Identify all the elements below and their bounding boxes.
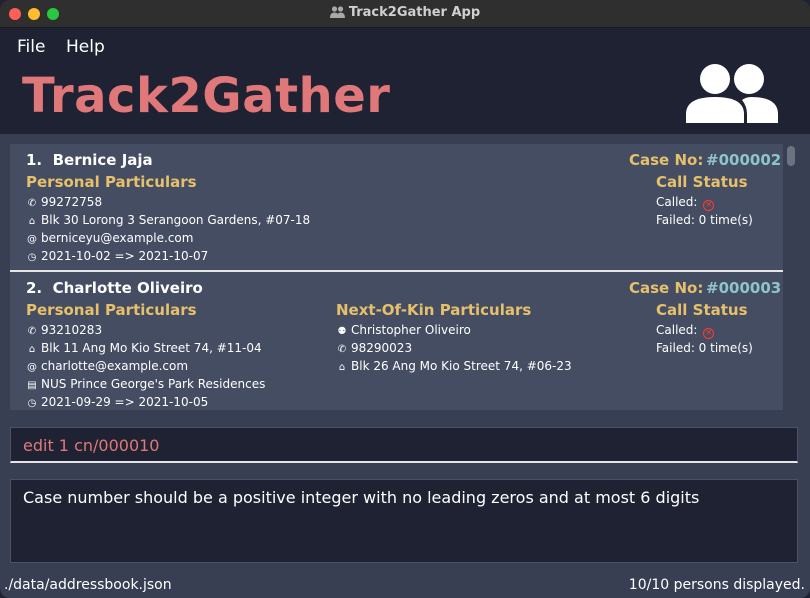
result-message: Case number should be a positive integer… — [23, 488, 700, 507]
case-number-label: Case No: — [629, 279, 704, 297]
home-icon: ⌂ — [338, 362, 346, 373]
case-number-value: #000002 — [706, 151, 782, 169]
person-card[interactable]: 2. Charlotte Oliveiro Case No: #000003 P… — [10, 272, 783, 410]
person-name-text: Bernice Jaja — [52, 151, 153, 169]
email-value: berniceyu@example.com — [41, 231, 194, 245]
command-input-text: edit 1 cn/000010 — [23, 436, 160, 455]
people-icon — [686, 64, 778, 123]
phone-value: 93210283 — [41, 323, 103, 337]
address-value: Blk 30 Lorong 3 Serangoon Gardens, #07-1… — [41, 213, 311, 227]
persons-count: 10/10 persons displayed. — [628, 577, 805, 593]
call-status-heading: Call Status — [656, 301, 748, 319]
nok-name-value: Christopher Oliveiro — [351, 323, 471, 337]
case-number-label: Case No: — [629, 151, 704, 169]
called-label: Called: — [656, 323, 698, 337]
app-header: Track2Gather — [0, 64, 810, 134]
phone-line: ✆ 99272758 — [26, 195, 102, 209]
nok-name-line: ⚉ Christopher Oliveiro — [336, 323, 471, 337]
app-title: Track2Gather — [22, 68, 391, 124]
clock-icon: ◷ — [27, 252, 37, 263]
person-name: 1. Bernice Jaja — [26, 151, 153, 169]
email-icon: @ — [27, 234, 37, 245]
period-line: ◷ 2021-10-02 => 2021-10-07 — [26, 249, 209, 263]
personal-particulars-heading: Personal Particulars — [26, 173, 197, 191]
phone-line: ✆ 93210283 — [26, 323, 102, 337]
person-index: 2. — [26, 279, 43, 297]
result-display[interactable]: Case number should be a positive integer… — [10, 479, 798, 563]
nok-address-line: ⌂ Blk 26 Ang Mo Kio Street 74, #06-23 — [336, 359, 572, 373]
phone-icon: ✆ — [337, 344, 347, 355]
period-line: ◷ 2021-09-29 => 2021-10-05 — [26, 395, 209, 409]
address-value: Blk 11 Ang Mo Kio Street 74, #11-04 — [41, 341, 262, 355]
list-scrollbar[interactable] — [787, 146, 795, 166]
command-input[interactable]: edit 1 cn/000010 — [10, 427, 798, 463]
period-value: 2021-09-29 => 2021-10-05 — [41, 395, 209, 409]
email-line: @ charlotte@example.com — [26, 359, 188, 373]
email-icon: @ — [27, 362, 37, 373]
title-bar: Track2Gather App — [0, 0, 810, 28]
person-name: 2. Charlotte Oliveiro — [26, 279, 203, 297]
email-line: @ berniceyu@example.com — [26, 231, 193, 245]
person-list[interactable]: 1. Bernice Jaja Case No: #000002 Persona… — [10, 144, 783, 410]
nok-phone-value: 98290023 — [351, 341, 413, 355]
personal-particulars-heading: Personal Particulars — [26, 301, 197, 319]
email-value: charlotte@example.com — [41, 359, 189, 373]
command-panel: edit 1 cn/000010 — [0, 420, 810, 472]
cross-icon: ✕ — [703, 200, 715, 211]
call-status-heading: Call Status — [656, 173, 748, 191]
app-people-icon — [329, 6, 345, 18]
called-line: Called: ✕ — [656, 195, 715, 211]
nok-phone-line: ✆ 98290023 — [336, 341, 412, 355]
phone-icon: ✆ — [27, 198, 37, 209]
people-icon: ⚉ — [337, 326, 347, 337]
home-icon: ⌂ — [28, 344, 36, 355]
person-index: 1. — [26, 151, 43, 169]
phone-icon: ✆ — [27, 326, 37, 337]
menu-bar: File Help — [0, 28, 810, 66]
person-card[interactable]: 1. Bernice Jaja Case No: #000002 Persona… — [10, 144, 783, 270]
person-name-text: Charlotte Oliveiro — [52, 279, 203, 297]
nok-address-value: Blk 26 Ang Mo Kio Street 74, #06-23 — [351, 359, 572, 373]
cross-icon: ✕ — [703, 328, 715, 339]
address-line: ⌂ Blk 11 Ang Mo Kio Street 74, #11-04 — [26, 341, 262, 355]
home-icon: ⌂ — [28, 216, 36, 227]
shn-location-value: NUS Prince George's Park Residences — [41, 377, 266, 391]
window-title-container: Track2Gather App — [0, 5, 810, 20]
app-window: Track2Gather App File Help Track2Gather … — [0, 0, 810, 598]
bed-icon: ▤ — [27, 380, 37, 391]
failed-line: Failed: 0 time(s) — [656, 213, 753, 227]
next-of-kin-heading: Next-Of-Kin Particulars — [336, 301, 532, 319]
case-number-value: #000003 — [706, 279, 782, 297]
period-value: 2021-10-02 => 2021-10-07 — [41, 249, 209, 263]
clock-icon: ◷ — [27, 398, 37, 409]
person-list-panel: 1. Bernice Jaja Case No: #000002 Persona… — [0, 134, 810, 420]
shn-location-line: ▤ NUS Prince George's Park Residences — [26, 377, 265, 391]
menu-help[interactable]: Help — [66, 37, 105, 57]
data-file-path: ./data/addressbook.json — [4, 577, 172, 593]
failed-line: Failed: 0 time(s) — [656, 341, 753, 355]
menu-file[interactable]: File — [17, 37, 45, 57]
called-label: Called: — [656, 195, 698, 209]
result-panel: Case number should be a positive integer… — [0, 472, 810, 572]
address-line: ⌂ Blk 30 Lorong 3 Serangoon Gardens, #07-… — [26, 213, 310, 227]
status-bar: ./data/addressbook.json 10/10 persons di… — [0, 572, 810, 598]
called-line: Called: ✕ — [656, 323, 715, 339]
phone-value: 99272758 — [41, 195, 103, 209]
window-title: Track2Gather App — [348, 5, 481, 20]
